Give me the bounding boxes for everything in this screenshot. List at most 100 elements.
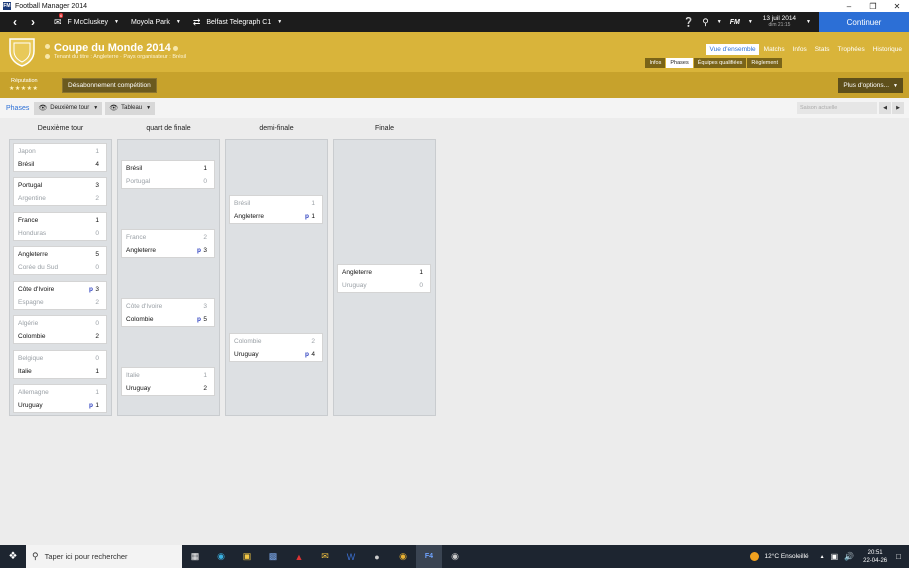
- tab-history[interactable]: Historique: [870, 44, 905, 55]
- match-card[interactable]: France 2 Angleterre p 3: [121, 229, 215, 258]
- team-name[interactable]: Angleterre: [234, 213, 264, 220]
- next-season-icon[interactable]: ▶: [892, 102, 904, 114]
- network-icon[interactable]: ▣: [831, 552, 839, 561]
- match-card[interactable]: Belgique 0 Italie 1: [13, 350, 107, 379]
- team-name[interactable]: Colombie: [126, 316, 153, 323]
- notification-icon[interactable]: □: [896, 552, 901, 561]
- view-dropdown[interactable]: 👁 Tableau ▼: [105, 101, 156, 115]
- match-card[interactable]: Japon 1 Brésil 4: [13, 143, 107, 172]
- chrome-icon[interactable]: ◉: [390, 545, 416, 568]
- team-name[interactable]: Côte d'Ivoire: [18, 286, 54, 293]
- close-button[interactable]: ✕: [885, 0, 909, 12]
- team-name[interactable]: Brésil: [234, 200, 250, 207]
- team-name[interactable]: Uruguay: [18, 402, 43, 409]
- team-name[interactable]: France: [126, 234, 146, 241]
- tab-matches[interactable]: Matchs: [761, 44, 788, 55]
- back-arrow-icon[interactable]: ‹: [6, 12, 24, 32]
- tab-info[interactable]: Infos: [790, 44, 810, 55]
- match-card[interactable]: Colombie 2 Uruguay p 4: [229, 332, 323, 362]
- volume-icon[interactable]: 🔊: [844, 552, 854, 561]
- minimize-button[interactable]: –: [837, 0, 861, 12]
- club-menu[interactable]: Moyola Park ▼: [131, 19, 181, 26]
- fm-menu-icon[interactable]: FM: [730, 19, 740, 26]
- team-name[interactable]: Angleterre: [126, 247, 156, 254]
- match-card[interactable]: Italie 1 Uruguay 2: [121, 367, 215, 396]
- match-card[interactable]: Angleterre 1 Uruguay 0: [337, 263, 431, 293]
- chevron-down-icon[interactable]: ▼: [717, 19, 722, 25]
- match-card[interactable]: France 1 Honduras 0: [13, 212, 107, 241]
- team-name[interactable]: Colombie: [234, 338, 261, 345]
- title-dropdown-icon[interactable]: [173, 46, 178, 51]
- team-name[interactable]: Uruguay: [342, 282, 367, 289]
- team-name[interactable]: Argentine: [18, 195, 46, 202]
- team-name[interactable]: Colombie: [18, 333, 45, 340]
- stage-dropdown[interactable]: 👁 Deuxième tour ▼: [34, 101, 103, 115]
- team-name[interactable]: Belgique: [18, 355, 43, 362]
- team-name[interactable]: Portugal: [126, 178, 150, 185]
- favorite-icon[interactable]: [45, 44, 50, 49]
- previous-season-icon[interactable]: ◀: [879, 102, 891, 114]
- match-card[interactable]: Allemagne 1 Uruguay p 1: [13, 384, 107, 413]
- team-name[interactable]: Côte d'Ivoire: [126, 303, 162, 310]
- team-name[interactable]: Brésil: [126, 165, 142, 172]
- unsubscribe-button[interactable]: Désabonnement compétition: [62, 78, 157, 93]
- help-icon[interactable]: ❔: [683, 17, 694, 28]
- team-name[interactable]: Allemagne: [18, 389, 49, 396]
- chevron-up-icon[interactable]: ▲: [820, 554, 825, 560]
- season-selector[interactable]: Saison actuelle: [797, 102, 877, 114]
- weather-widget[interactable]: 12°C Ensoleillé: [750, 552, 809, 561]
- task-view-icon[interactable]: ▦: [182, 545, 208, 568]
- taskbar-search[interactable]: ⚲ Taper ici pour rechercher: [26, 545, 182, 568]
- match-card[interactable]: Angleterre 5 Corée du Sud 0: [13, 246, 107, 275]
- match-card[interactable]: Brésil 1 Angleterre p 1: [229, 194, 323, 224]
- search-icon[interactable]: ⚲: [702, 17, 709, 28]
- more-options-button[interactable]: Plus d'options... ▼: [838, 78, 903, 93]
- tab-trophies[interactable]: Trophées: [835, 44, 868, 55]
- team-name[interactable]: Corée du Sud: [18, 264, 58, 271]
- word-icon[interactable]: W: [338, 545, 364, 568]
- windows-start-icon[interactable]: ❖: [0, 545, 26, 568]
- team-name[interactable]: Brésil: [18, 161, 34, 168]
- chevron-down-icon[interactable]: ▼: [806, 19, 811, 25]
- tab-stats[interactable]: Stats: [812, 44, 833, 55]
- team-name[interactable]: France: [18, 217, 38, 224]
- match-card[interactable]: Côte d'Ivoire p 3 Espagne 2: [13, 281, 107, 310]
- team-name[interactable]: Angleterre: [18, 251, 48, 258]
- team-name[interactable]: Italie: [126, 372, 140, 379]
- tab-overview[interactable]: Vue d'ensemble: [706, 44, 759, 55]
- subtab-phases[interactable]: Phases: [666, 58, 693, 68]
- team-name[interactable]: Uruguay: [234, 351, 259, 358]
- team-name[interactable]: Japon: [18, 148, 36, 155]
- window-titlebar: FM Football Manager 2014 – ❐ ✕: [0, 0, 909, 12]
- football-manager-taskbar-icon[interactable]: F4: [416, 545, 442, 568]
- match-card[interactable]: Brésil 1 Portugal 0: [121, 160, 215, 189]
- continue-button[interactable]: Continuer: [819, 12, 909, 32]
- team-name[interactable]: Angleterre: [342, 269, 372, 276]
- subtab-rules[interactable]: Règlement: [747, 58, 782, 68]
- app-icon[interactable]: ●: [364, 545, 390, 568]
- mail-icon[interactable]: ✉: [312, 545, 338, 568]
- file-explorer-icon[interactable]: ▣: [234, 545, 260, 568]
- edge-icon[interactable]: ◉: [208, 545, 234, 568]
- match-card[interactable]: Portugal 3 Argentine 2: [13, 177, 107, 206]
- team-name[interactable]: Portugal: [18, 182, 42, 189]
- subtab-qualified-teams[interactable]: Équipes qualifiées: [693, 58, 747, 68]
- team-row: Uruguay p 1: [14, 399, 106, 412]
- mcafee-icon[interactable]: ▲: [286, 545, 312, 568]
- team-name[interactable]: Honduras: [18, 230, 46, 237]
- other-club-menu[interactable]: ⇄ Belfast Telegraph C1 ▼: [193, 17, 282, 28]
- maximize-button[interactable]: ❐: [861, 0, 885, 12]
- forward-arrow-icon[interactable]: ›: [24, 12, 42, 32]
- team-name[interactable]: Uruguay: [126, 385, 151, 392]
- team-name[interactable]: Algérie: [18, 320, 38, 327]
- team-name[interactable]: Italie: [18, 368, 32, 375]
- steam-icon[interactable]: ◉: [442, 545, 468, 568]
- match-card[interactable]: Algérie 0 Colombie 2: [13, 315, 107, 344]
- team-name[interactable]: Espagne: [18, 299, 44, 306]
- store-icon[interactable]: ▩: [260, 545, 286, 568]
- chevron-down-icon[interactable]: ▼: [748, 19, 753, 25]
- match-card[interactable]: Côte d'Ivoire 3 Colombie p 5: [121, 298, 215, 327]
- subtab-info[interactable]: Infos: [645, 58, 666, 68]
- manager-menu[interactable]: ✉ 6 F McCluskey ▼: [54, 12, 119, 28]
- taskbar-clock[interactable]: 20:51 22-04-26: [863, 549, 887, 565]
